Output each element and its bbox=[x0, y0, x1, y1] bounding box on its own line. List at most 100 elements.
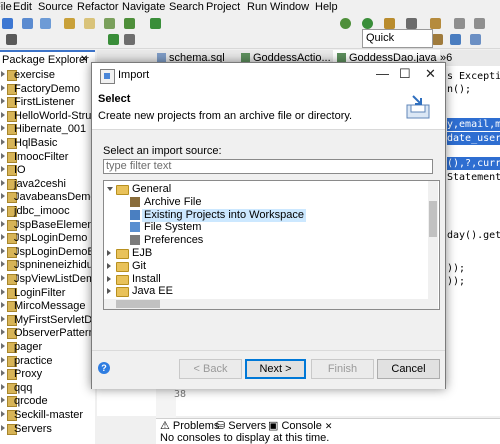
tab-servers[interactable]: ⛁ Servers bbox=[216, 419, 266, 433]
project-item[interactable]: LoginFilter bbox=[0, 286, 95, 300]
expand-arrow-icon[interactable] bbox=[1, 152, 5, 159]
filter-input[interactable]: type filter text bbox=[103, 159, 433, 174]
project-item[interactable]: ObserverPatternCo bbox=[0, 326, 95, 340]
project-item[interactable]: FirstListener bbox=[0, 95, 95, 109]
scrollbar-thumb[interactable] bbox=[116, 300, 160, 308]
tree-vertical-scrollbar[interactable] bbox=[428, 181, 438, 309]
tree-item[interactable]: EJB bbox=[104, 247, 426, 260]
expand-arrow-icon[interactable] bbox=[1, 166, 5, 173]
close-icon[interactable]: ✕ bbox=[80, 54, 88, 65]
expand-arrow-icon[interactable] bbox=[107, 288, 111, 295]
project-item[interactable]: HelloWorld-Struts bbox=[0, 109, 95, 123]
expand-arrow-icon[interactable] bbox=[1, 98, 5, 105]
help-icon[interactable]: ? bbox=[98, 362, 110, 374]
step-icon[interactable] bbox=[124, 34, 135, 45]
project-item[interactable]: MircoMessage bbox=[0, 299, 95, 313]
debug-perspective-icon[interactable] bbox=[470, 34, 481, 45]
save-all-icon[interactable] bbox=[40, 18, 51, 29]
tree-item[interactable]: File System bbox=[104, 221, 426, 234]
project-item[interactable]: Hibernate_001 bbox=[0, 122, 95, 136]
quick-access-field[interactable]: Quick Access bbox=[362, 29, 433, 61]
project-item[interactable]: pager bbox=[0, 340, 95, 354]
next-button[interactable]: Next > bbox=[245, 359, 306, 379]
run-small-icon[interactable] bbox=[108, 34, 119, 45]
project-item[interactable]: JavabeansDemo1 bbox=[0, 190, 95, 204]
coverage-icon[interactable] bbox=[384, 18, 395, 29]
new-icon[interactable] bbox=[2, 18, 13, 29]
perspective-icon[interactable] bbox=[432, 34, 443, 45]
tab-problems[interactable]: ⚠ Problems bbox=[160, 419, 219, 433]
menu-refactor[interactable]: Refactor bbox=[77, 0, 119, 14]
tab-console[interactable]: ▣ Console ✕ bbox=[268, 419, 332, 433]
project-item[interactable]: Proxy bbox=[0, 367, 95, 381]
menu-window[interactable]: Window bbox=[270, 0, 309, 14]
cancel-button[interactable]: Cancel bbox=[377, 359, 440, 379]
project-item[interactable]: Jspnineneizhiduixia bbox=[0, 258, 95, 272]
tree-item[interactable]: Git bbox=[104, 260, 426, 273]
expand-arrow-icon[interactable] bbox=[1, 125, 5, 132]
expand-arrow-icon[interactable] bbox=[1, 71, 5, 77]
tree-item[interactable]: General bbox=[104, 183, 426, 196]
project-item[interactable]: java2ceshi bbox=[0, 177, 95, 191]
save-icon[interactable] bbox=[22, 18, 33, 29]
back-button[interactable]: < Back bbox=[179, 359, 242, 379]
expand-arrow-icon[interactable] bbox=[1, 397, 5, 404]
expand-arrow-icon[interactable] bbox=[1, 234, 5, 241]
menu-source[interactable]: Source bbox=[38, 0, 73, 14]
search-icon[interactable] bbox=[406, 18, 417, 29]
expand-arrow-icon[interactable] bbox=[1, 356, 5, 363]
project-item[interactable]: qqq bbox=[0, 381, 95, 395]
project-item[interactable]: FactoryDemo bbox=[0, 82, 95, 96]
project-item[interactable]: qrcode bbox=[0, 394, 95, 408]
project-item[interactable]: MyFirstServletDem bbox=[0, 313, 95, 327]
collapse-arrow-icon[interactable] bbox=[107, 187, 113, 191]
expand-arrow-icon[interactable] bbox=[1, 288, 5, 295]
project-item[interactable]: JspLoginDemoByM bbox=[0, 245, 95, 259]
project-item[interactable]: jdbc_imooc bbox=[0, 204, 95, 218]
open-file-icon[interactable] bbox=[84, 18, 95, 29]
expand-arrow-icon[interactable] bbox=[1, 111, 5, 118]
expand-arrow-icon[interactable] bbox=[107, 275, 111, 282]
expand-arrow-icon[interactable] bbox=[1, 383, 5, 390]
expand-arrow-icon[interactable] bbox=[1, 315, 5, 322]
tree-item[interactable]: Java EE bbox=[104, 285, 426, 298]
menu-file[interactable]: File bbox=[0, 0, 12, 14]
close-icon[interactable]: ✕ bbox=[425, 67, 436, 81]
open-type-icon[interactable] bbox=[64, 18, 75, 29]
expand-arrow-icon[interactable] bbox=[1, 193, 5, 200]
tree-item[interactable]: Preferences bbox=[104, 234, 426, 247]
package-explorer-tab[interactable]: Package Explorer ✕ bbox=[0, 50, 95, 68]
expand-arrow-icon[interactable] bbox=[1, 220, 5, 227]
expand-arrow-icon[interactable] bbox=[1, 247, 5, 254]
project-item[interactable]: exercise bbox=[0, 68, 95, 82]
finish-button[interactable]: Finish bbox=[311, 359, 374, 379]
expand-arrow-icon[interactable] bbox=[1, 139, 5, 145]
expand-arrow-icon[interactable] bbox=[107, 250, 111, 256]
run-last-icon[interactable] bbox=[362, 18, 373, 29]
expand-arrow-icon[interactable] bbox=[1, 370, 5, 377]
menu-search[interactable]: Search bbox=[169, 0, 204, 14]
expand-arrow-icon[interactable] bbox=[1, 411, 5, 417]
run-icon[interactable] bbox=[124, 18, 135, 29]
external-tools-icon[interactable] bbox=[150, 18, 161, 29]
expand-arrow-icon[interactable] bbox=[1, 207, 5, 213]
expand-arrow-icon[interactable] bbox=[1, 343, 5, 349]
scrollbar-thumb[interactable] bbox=[429, 201, 437, 237]
expand-arrow-icon[interactable] bbox=[107, 262, 111, 269]
project-item[interactable]: JspBaseElementDe bbox=[0, 218, 95, 232]
toolbar-row2-icon[interactable] bbox=[6, 34, 17, 45]
nav-back-icon[interactable] bbox=[454, 18, 465, 29]
tree-item[interactable]: Install bbox=[104, 273, 426, 286]
maximize-icon[interactable]: ☐ bbox=[399, 67, 411, 81]
project-item[interactable]: IO bbox=[0, 163, 95, 177]
project-item[interactable]: Seckill-master bbox=[0, 408, 95, 422]
expand-arrow-icon[interactable] bbox=[1, 84, 5, 91]
java-perspective-icon[interactable] bbox=[450, 34, 461, 45]
project-item[interactable]: HqlBasic bbox=[0, 136, 95, 150]
tree-item[interactable]: Existing Projects into Workspace bbox=[104, 208, 426, 222]
project-item[interactable]: JspViewListDemo bbox=[0, 272, 95, 286]
project-item[interactable]: ImoocFilter bbox=[0, 150, 95, 164]
java-icon[interactable] bbox=[430, 18, 441, 29]
tree-item[interactable]: Archive File bbox=[104, 196, 426, 209]
menu-navigate[interactable]: Navigate bbox=[122, 0, 165, 14]
